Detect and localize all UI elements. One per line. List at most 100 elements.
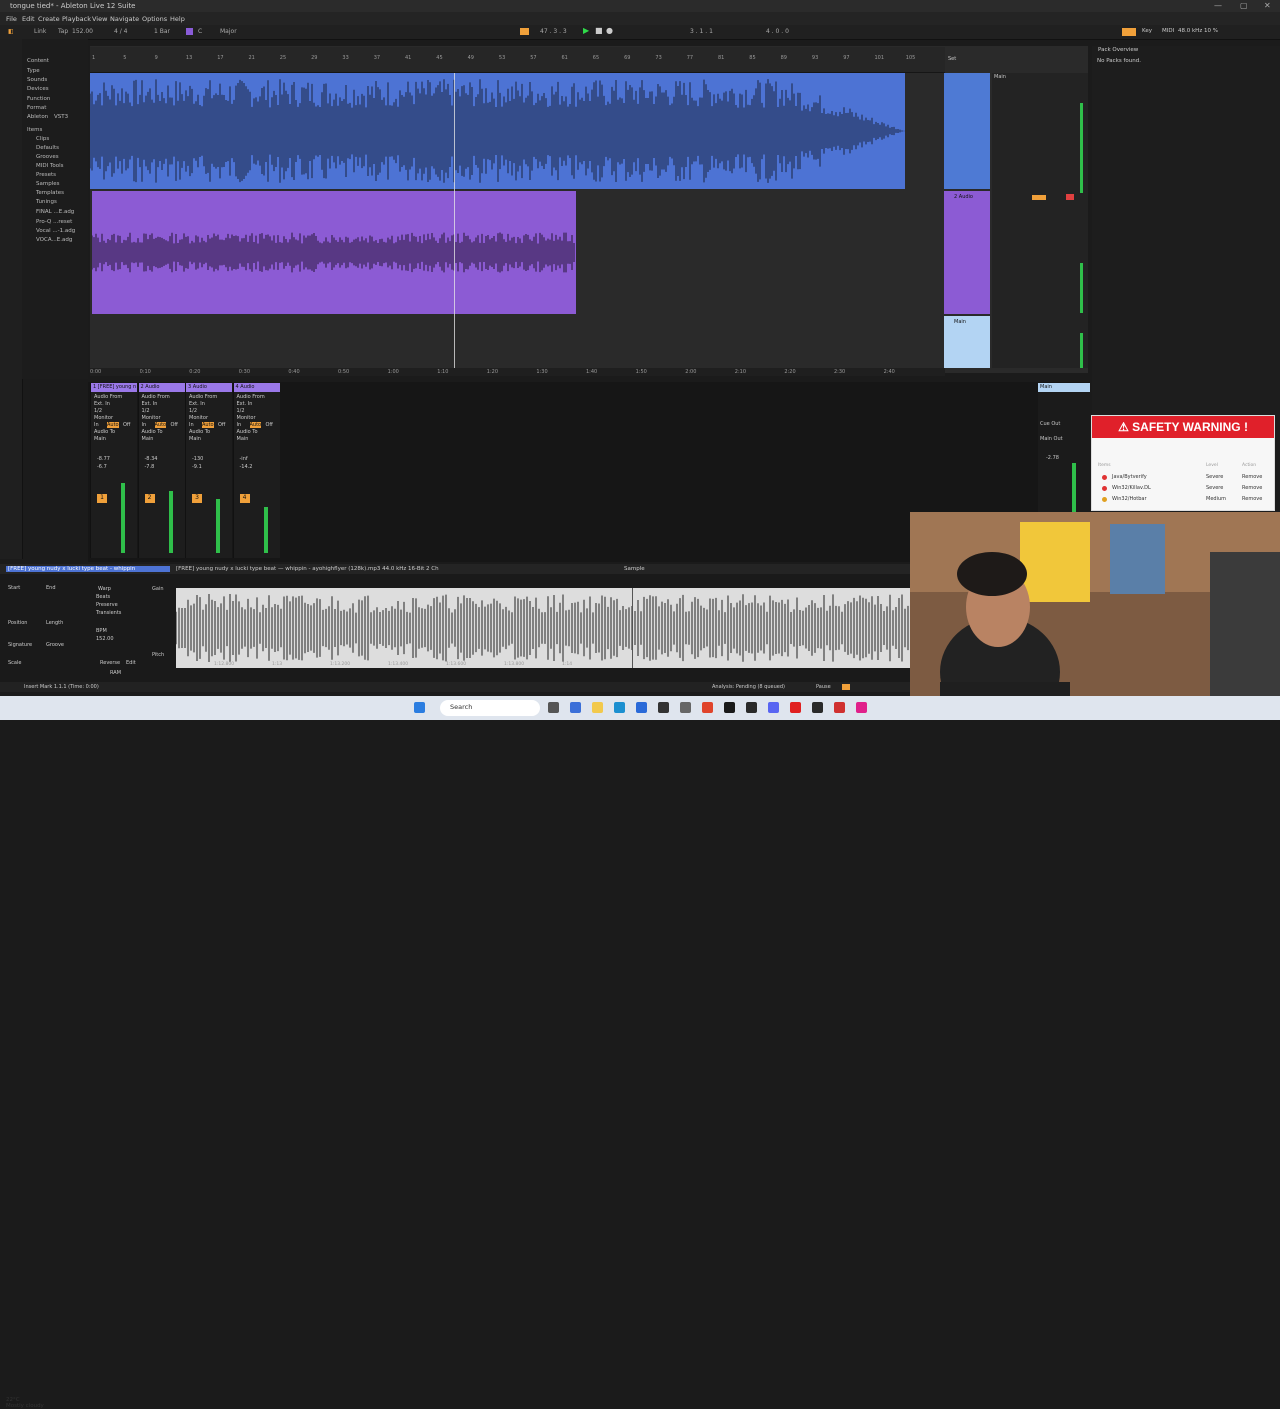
quantize-select[interactable]: 1 Bar [154,28,170,35]
audio-clip-track-1[interactable] [90,73,905,189]
input-select[interactable]: Ext. In [142,401,158,407]
key-map-label[interactable]: Key [1142,28,1152,34]
close-button[interactable]: ✕ [1264,1,1271,10]
browser-item[interactable]: Devices [27,86,49,92]
strip-header[interactable]: 3 Audio [186,383,232,392]
menu-create[interactable]: Create [38,15,60,23]
tap-button[interactable]: Tap [58,28,68,35]
maximize-button[interactable]: ▢ [1240,1,1248,10]
track-activator[interactable]: 2 [144,494,155,503]
edit-button[interactable]: Edit [126,660,136,666]
browser-item[interactable]: Pro-Q ...reset [36,219,72,225]
loop-start[interactable]: 3 . 1 . 1 [690,28,713,35]
edge-icon[interactable] [614,702,625,713]
arrangement-record-icon[interactable] [520,28,529,35]
clip-name[interactable]: [FREE] young nudy x lucki type beat - wh… [6,566,170,572]
key-map-icon[interactable] [1122,28,1136,36]
master-header[interactable]: Main [1038,383,1090,392]
browser-item[interactable]: Presets [36,172,56,178]
ram-button[interactable]: RAM [110,670,121,676]
menu-view[interactable]: View [92,15,107,23]
browser-item[interactable]: Grooves [36,154,59,160]
browser-item[interactable]: VST3 [54,114,68,120]
channel-select[interactable]: 1/2 [237,408,245,414]
output-select[interactable]: Main [189,436,201,442]
app-icon-4[interactable] [790,702,801,713]
track-header-1[interactable] [944,73,990,189]
ableton-icon[interactable] [724,702,735,713]
track-header-main[interactable]: Main [944,316,990,368]
play-icon[interactable]: ▶ [583,26,589,35]
taskbar-search[interactable]: Search [440,700,540,716]
input-select[interactable]: Ext. In [189,401,205,407]
browser-item[interactable]: Defaults [36,145,59,151]
key-select[interactable]: C [198,28,202,35]
output-select[interactable]: Main [94,436,106,442]
record-icon[interactable]: ● [606,26,613,35]
remove-threat-button[interactable]: Remove [1242,474,1262,480]
menu-file[interactable]: File [6,15,17,23]
browser-item[interactable]: Items [27,127,42,133]
sample-tab[interactable]: Sample [624,566,645,572]
output-select[interactable]: Main [237,436,249,442]
task-view-icon[interactable] [548,702,559,713]
browser-item[interactable]: Clips [36,136,49,142]
time-ruler[interactable]: 0:00 0:10 0:20 0:30 0:40 0:50 1:00 1:10 1:20 1:30… [90,368,945,376]
tempo-field[interactable]: 152.00 [72,28,93,35]
key-icon[interactable] [186,28,193,35]
volume-value[interactable]: -130 [192,456,203,462]
song-position[interactable]: 47 . 3 . 3 [540,28,567,35]
windows-start-icon[interactable] [414,702,425,713]
channel-select[interactable]: 1/2 [189,408,197,414]
warp-toggle[interactable]: Warp [98,586,111,592]
browser-item[interactable]: Format [27,105,46,111]
pause-button[interactable]: Pause [816,684,831,690]
browser-item[interactable]: Content [27,58,49,64]
browser-item[interactable]: Function [27,96,50,102]
menu-edit[interactable]: Edit [22,15,35,23]
midi-map-label[interactable]: MIDI [1162,28,1174,34]
strip-header[interactable]: 2 Audio [138,383,185,392]
audio-clip-track-2[interactable] [92,191,576,314]
browser-toggle-icon[interactable]: ◧ [8,28,14,35]
channel-select[interactable]: 1/2 [142,408,150,414]
monitor-in[interactable]: In [189,422,194,428]
beat-ruler[interactable]: 1 5 9 13 17 21 25 29 33 37 41 45 49 53 57 61 65 69 73 77 81 8… [90,47,945,73]
menu-options[interactable]: Options [142,15,167,23]
track-header-2[interactable]: 2 Audio [944,191,990,314]
terminal-icon[interactable] [812,702,823,713]
remove-threat-button[interactable]: Remove [1242,485,1262,491]
browser-item[interactable]: MIDI Tools [36,163,64,169]
app-icon-1[interactable] [658,702,669,713]
scale-select[interactable]: Major [220,28,237,35]
browser-item[interactable]: Ableton [27,114,48,120]
browser-item[interactable]: FINAL ...E.adg [36,209,74,215]
stop-icon[interactable]: ■ [595,26,603,35]
browser-item[interactable]: Templates [36,190,64,196]
strip-header[interactable]: 4 Audio [233,383,280,392]
volume-value[interactable]: -8.77 [97,456,110,462]
input-select[interactable]: Ext. In [237,401,253,407]
transients-select[interactable]: Transients [96,610,121,616]
input-select[interactable]: Ext. In [94,401,110,407]
volume-value[interactable]: -8.34 [145,456,158,462]
time-signature[interactable]: 4 / 4 [114,28,127,35]
track-activator[interactable]: 3 [192,494,202,503]
channel-select[interactable]: 1/2 [94,408,102,414]
menu-help[interactable]: Help [170,15,185,23]
monitor-in[interactable]: In [142,422,147,428]
track-1-output[interactable]: Main [994,74,1006,80]
monitor-auto[interactable]: Auto [249,422,262,428]
monitor-off[interactable]: Off [123,422,130,428]
track-2-record-button[interactable] [1066,194,1074,200]
master-volume[interactable]: -2.78 [1046,455,1059,461]
app-icon-6[interactable] [856,702,867,713]
monitor-off[interactable]: Off [266,422,273,428]
browser-item[interactable]: Vocal ...-1.adg [36,228,75,234]
discord-icon[interactable] [768,702,779,713]
browser-item[interactable]: Type [27,68,40,74]
link-button[interactable]: Link [34,28,46,35]
monitor-off[interactable]: Off [218,422,225,428]
sample-editor[interactable] [176,588,910,668]
bpm-field[interactable]: 152.00 [96,636,114,642]
